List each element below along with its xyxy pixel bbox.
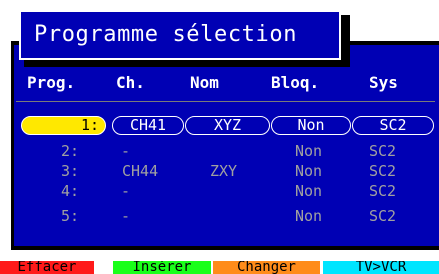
lock-cell: Non xyxy=(295,182,323,200)
program-number-selected[interactable]: 1: xyxy=(21,116,106,135)
program-row-1[interactable]: 1: CH41 XYZ Non SC2 xyxy=(0,116,439,136)
changer-button[interactable]: Changer xyxy=(213,261,320,274)
tv-vcr-button[interactable]: TV>VCR xyxy=(323,261,439,274)
program-row-4[interactable]: 4: - Non SC2 xyxy=(0,181,439,201)
program-row-2[interactable]: 2: - Non SC2 xyxy=(0,141,439,161)
program-row-5[interactable]: 5: - Non SC2 xyxy=(0,206,439,226)
system-cell: SC2 xyxy=(369,142,397,160)
channel-cell: - xyxy=(121,182,131,200)
channel-cell[interactable]: CH41 xyxy=(112,116,184,135)
column-header-name: Nom xyxy=(190,73,219,92)
lock-cell: Non xyxy=(295,142,323,160)
name-cell[interactable]: XYZ xyxy=(185,116,270,135)
program-number: 2: xyxy=(61,142,80,160)
lock-cell: Non xyxy=(295,207,323,225)
program-number: 3: xyxy=(61,162,80,180)
channel-cell: CH44 xyxy=(122,162,159,180)
system-cell: SC2 xyxy=(369,162,397,180)
effacer-button[interactable]: Effacer xyxy=(0,261,94,274)
column-header-channel: Ch. xyxy=(116,73,145,92)
panel-bottom-edge xyxy=(11,246,439,250)
system-cell: SC2 xyxy=(369,207,397,225)
header-divider xyxy=(16,101,435,102)
column-header-prog: Prog. xyxy=(27,73,76,92)
lock-cell[interactable]: Non xyxy=(271,116,351,135)
column-header-system: Sys xyxy=(369,73,398,92)
program-number: 5: xyxy=(61,207,80,225)
channel-cell: - xyxy=(121,207,131,225)
name-cell: ZXY xyxy=(210,162,238,180)
program-row-3[interactable]: 3: CH44 ZXY Non SC2 xyxy=(0,161,439,181)
system-cell: SC2 xyxy=(369,182,397,200)
function-button-bar: Effacer Insérer Changer TV>VCR xyxy=(0,261,439,274)
channel-cell: - xyxy=(121,142,131,160)
system-cell[interactable]: SC2 xyxy=(352,116,434,135)
menu-title: Programme sélection xyxy=(19,10,341,60)
column-header-lock: Bloq. xyxy=(271,73,320,92)
inserer-button[interactable]: Insérer xyxy=(113,261,211,274)
lock-cell: Non xyxy=(295,162,323,180)
program-number: 4: xyxy=(61,182,80,200)
